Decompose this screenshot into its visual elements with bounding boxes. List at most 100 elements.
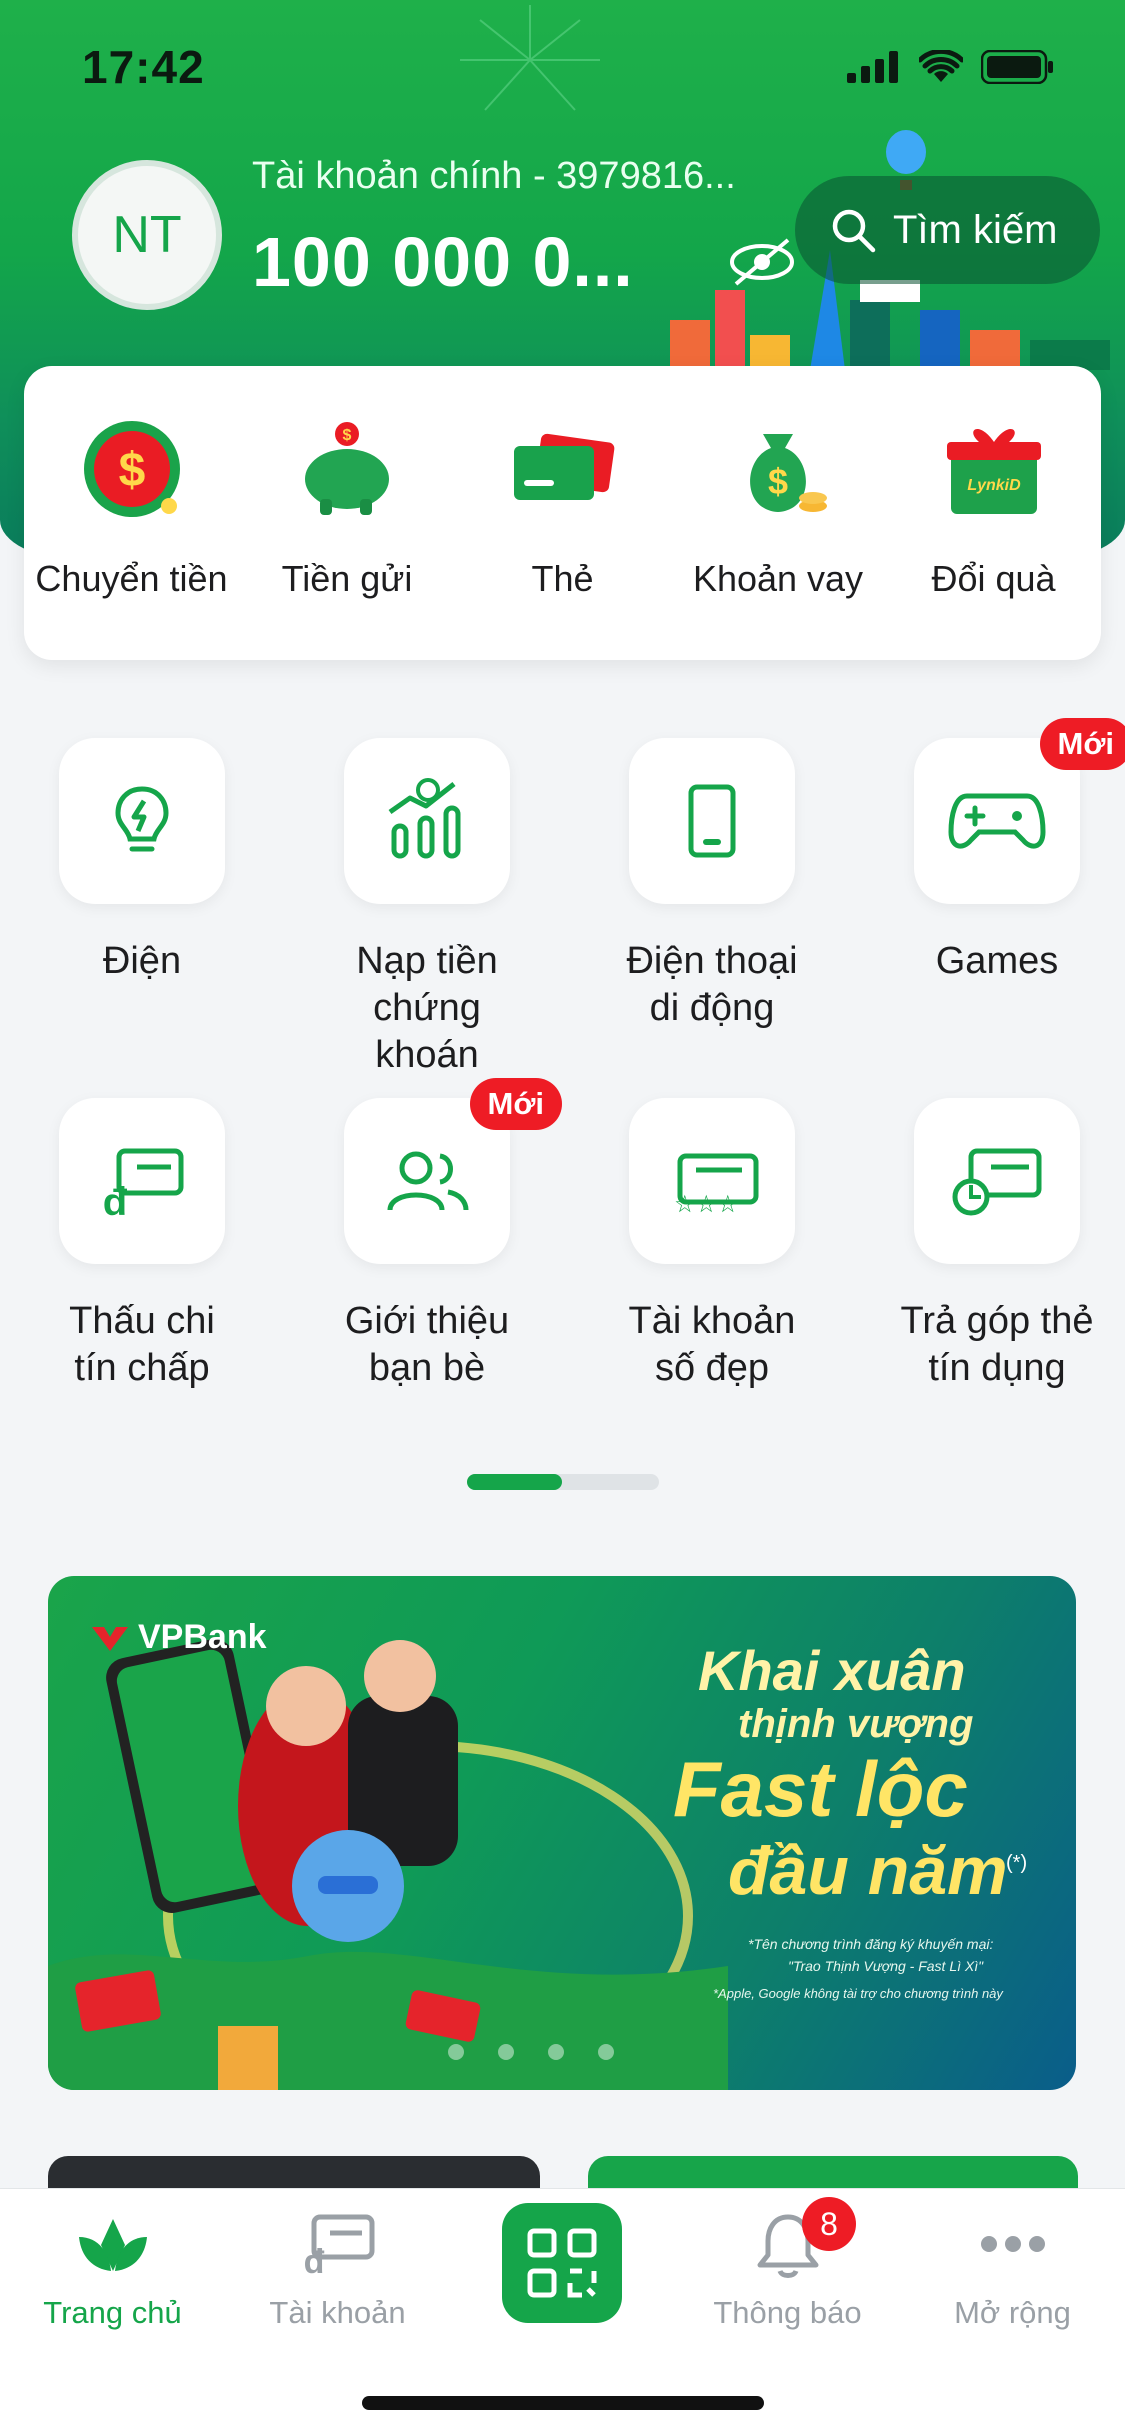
service-mobile-topup[interactable]: Điện thoại di động — [612, 738, 812, 1032]
service-label: Giới thiệu bạn bè — [344, 1300, 510, 1389]
carousel-dot[interactable] — [498, 2044, 514, 2060]
service-tile: Mới — [914, 718, 1125, 904]
cellular-signal-icon — [847, 51, 898, 83]
new-badge: Mới — [1039, 718, 1125, 770]
users-icon — [387, 1151, 469, 1211]
quick-action-transfer[interactable]: $ Chuyển tiền — [24, 414, 239, 660]
battery-icon — [981, 50, 1053, 84]
status-time: 17:42 — [82, 41, 205, 93]
vpbank-logo-icon — [92, 1626, 128, 1651]
nav-notifications[interactable]: Thông báo — [675, 2209, 900, 2331]
svg-text:đ: đ — [303, 2243, 324, 2279]
service-tile — [914, 1098, 1080, 1264]
service-overdraft[interactable]: đ Thấu chi tín chấp — [42, 1098, 242, 1392]
notification-count-badge: 8 — [802, 2197, 856, 2251]
carousel-dot[interactable] — [598, 2044, 614, 2060]
banner-title-line2: thịnh vượng — [738, 1702, 974, 1746]
svg-text:☆☆☆: ☆☆☆ — [674, 1190, 739, 1216]
home-leaf-icon — [78, 2219, 147, 2271]
service-label: Games — [935, 940, 1059, 982]
service-tile — [344, 738, 510, 904]
nav-home[interactable]: Trang chủ — [0, 2209, 225, 2331]
service-lucky-number-account[interactable]: ☆☆☆ Tài khoản số đẹp — [612, 1098, 812, 1392]
carousel-dot[interactable] — [548, 2044, 564, 2060]
service-tile — [59, 738, 225, 904]
quick-action-label: Khoản vay — [692, 558, 864, 599]
nav-label: Thông báo — [713, 2295, 862, 2330]
service-tile — [629, 738, 795, 904]
service-label: Điện — [102, 940, 182, 982]
qr-scan-button[interactable] — [502, 2203, 622, 2323]
promo-illustration — [48, 1639, 728, 2090]
money-bag-icon: $ — [750, 434, 827, 512]
account-balance: 100 000 0... — [252, 223, 634, 301]
quick-actions-card: $ Chuyển tiền $ Tiền gửi Thẻ $ Khoản vay — [24, 366, 1101, 660]
service-label: Điện thoại di động — [626, 940, 798, 1029]
banner-carousel-dots[interactable] — [448, 2044, 614, 2060]
piggy-bank-icon: $ — [305, 422, 389, 515]
account-label[interactable]: Tài khoản chính - 3979816... — [252, 155, 736, 198]
account-card-icon: đ — [303, 2214, 374, 2279]
banner-footnote-mark: (*) — [1006, 1852, 1028, 1874]
nav-account[interactable]: đ Tài khoản — [225, 2209, 450, 2331]
banner-brand: VPBank — [90, 1618, 267, 1657]
quick-action-label: Đổi quà — [931, 558, 1056, 599]
service-label: Thấu chi tín chấp — [69, 1300, 215, 1389]
svg-text:$: $ — [343, 427, 352, 444]
banner-title-line1: Khai xuân — [698, 1639, 966, 1702]
svg-text:$: $ — [118, 444, 145, 497]
cards-icon — [513, 433, 614, 500]
status-icons — [847, 50, 1055, 84]
avatar[interactable]: NT — [72, 160, 222, 310]
svg-text:đ: đ — [103, 1180, 128, 1221]
promo-banner[interactable]: VPBank Khai xuân thịnh vượng Fast lộc đầ… — [48, 1576, 1076, 2090]
services-page-indicator[interactable] — [467, 1474, 659, 1490]
quick-action-rewards[interactable]: LynkiD Đổi quà — [886, 414, 1101, 660]
gift-box-icon: LynkiD — [946, 428, 1041, 514]
star-account-icon: ☆☆☆ — [674, 1153, 759, 1216]
quick-action-label: Tiền gửi — [281, 558, 413, 599]
service-card-installment[interactable]: Trả góp thẻ tín dụng — [897, 1098, 1097, 1392]
search-icon — [832, 209, 876, 253]
overdraft-card-icon: đ — [103, 1148, 184, 1221]
quick-action-cards[interactable]: Thẻ — [455, 414, 670, 660]
banner-title-line3: Fast lộc — [673, 1745, 968, 1833]
lightbulb-icon — [115, 786, 169, 852]
mobile-phone-icon — [688, 784, 736, 858]
svg-text:LynkiD: LynkiD — [967, 477, 1021, 494]
stock-chart-icon — [388, 778, 461, 859]
banner-note: *Tên chương trình đăng ký khuyến mại: — [748, 1936, 994, 1952]
more-dots-icon — [980, 2236, 1045, 2252]
money-transfer-icon: $ — [83, 421, 180, 517]
service-tile: ☆☆☆ — [629, 1098, 795, 1264]
nav-label: Trang chủ — [43, 2295, 182, 2330]
status-bar: 17:42 — [0, 0, 1125, 135]
carousel-dot[interactable] — [448, 2044, 464, 2060]
quick-action-label: Thẻ — [531, 558, 594, 599]
gamepad-icon — [948, 793, 1046, 849]
service-tile: đ — [59, 1098, 225, 1264]
quick-action-deposit[interactable]: $ Tiền gửi — [240, 414, 455, 660]
wifi-icon — [919, 50, 963, 82]
page-indicator-active — [467, 1474, 562, 1490]
banner-title-line4: đầu năm — [728, 1833, 1008, 1909]
service-games[interactable]: Mới Games — [897, 718, 1125, 985]
quick-action-loan[interactable]: $ Khoản vay — [671, 414, 886, 660]
service-electricity[interactable]: Điện — [42, 738, 242, 985]
svg-text:$: $ — [768, 461, 788, 502]
service-refer-friends[interactable]: Mới Giới thiệu bạn bè — [327, 1078, 562, 1392]
service-label: Trả góp thẻ tín dụng — [900, 1300, 1094, 1389]
service-securities-topup[interactable]: Nạp tiền chứng khoán — [327, 738, 527, 1079]
search-label: Tìm kiếm — [893, 207, 1058, 252]
banner-note: "Trao Thịnh Vượng - Fast Lì Xì" — [788, 1958, 984, 1974]
search-button[interactable]: Tìm kiếm — [795, 176, 1100, 284]
qr-code-icon — [527, 2228, 597, 2298]
nav-label: Tài khoản — [269, 2295, 406, 2330]
quick-action-label: Chuyển tiền — [35, 558, 228, 599]
new-badge: Mới — [469, 1078, 562, 1130]
nav-more[interactable]: Mở rộng — [900, 2209, 1125, 2331]
home-indicator[interactable] — [362, 2396, 764, 2410]
nav-label: Mở rộng — [954, 2295, 1071, 2330]
installment-card-icon — [952, 1148, 1042, 1216]
banner-note: *Apple, Google không tài trợ cho chương … — [713, 1986, 1003, 2001]
